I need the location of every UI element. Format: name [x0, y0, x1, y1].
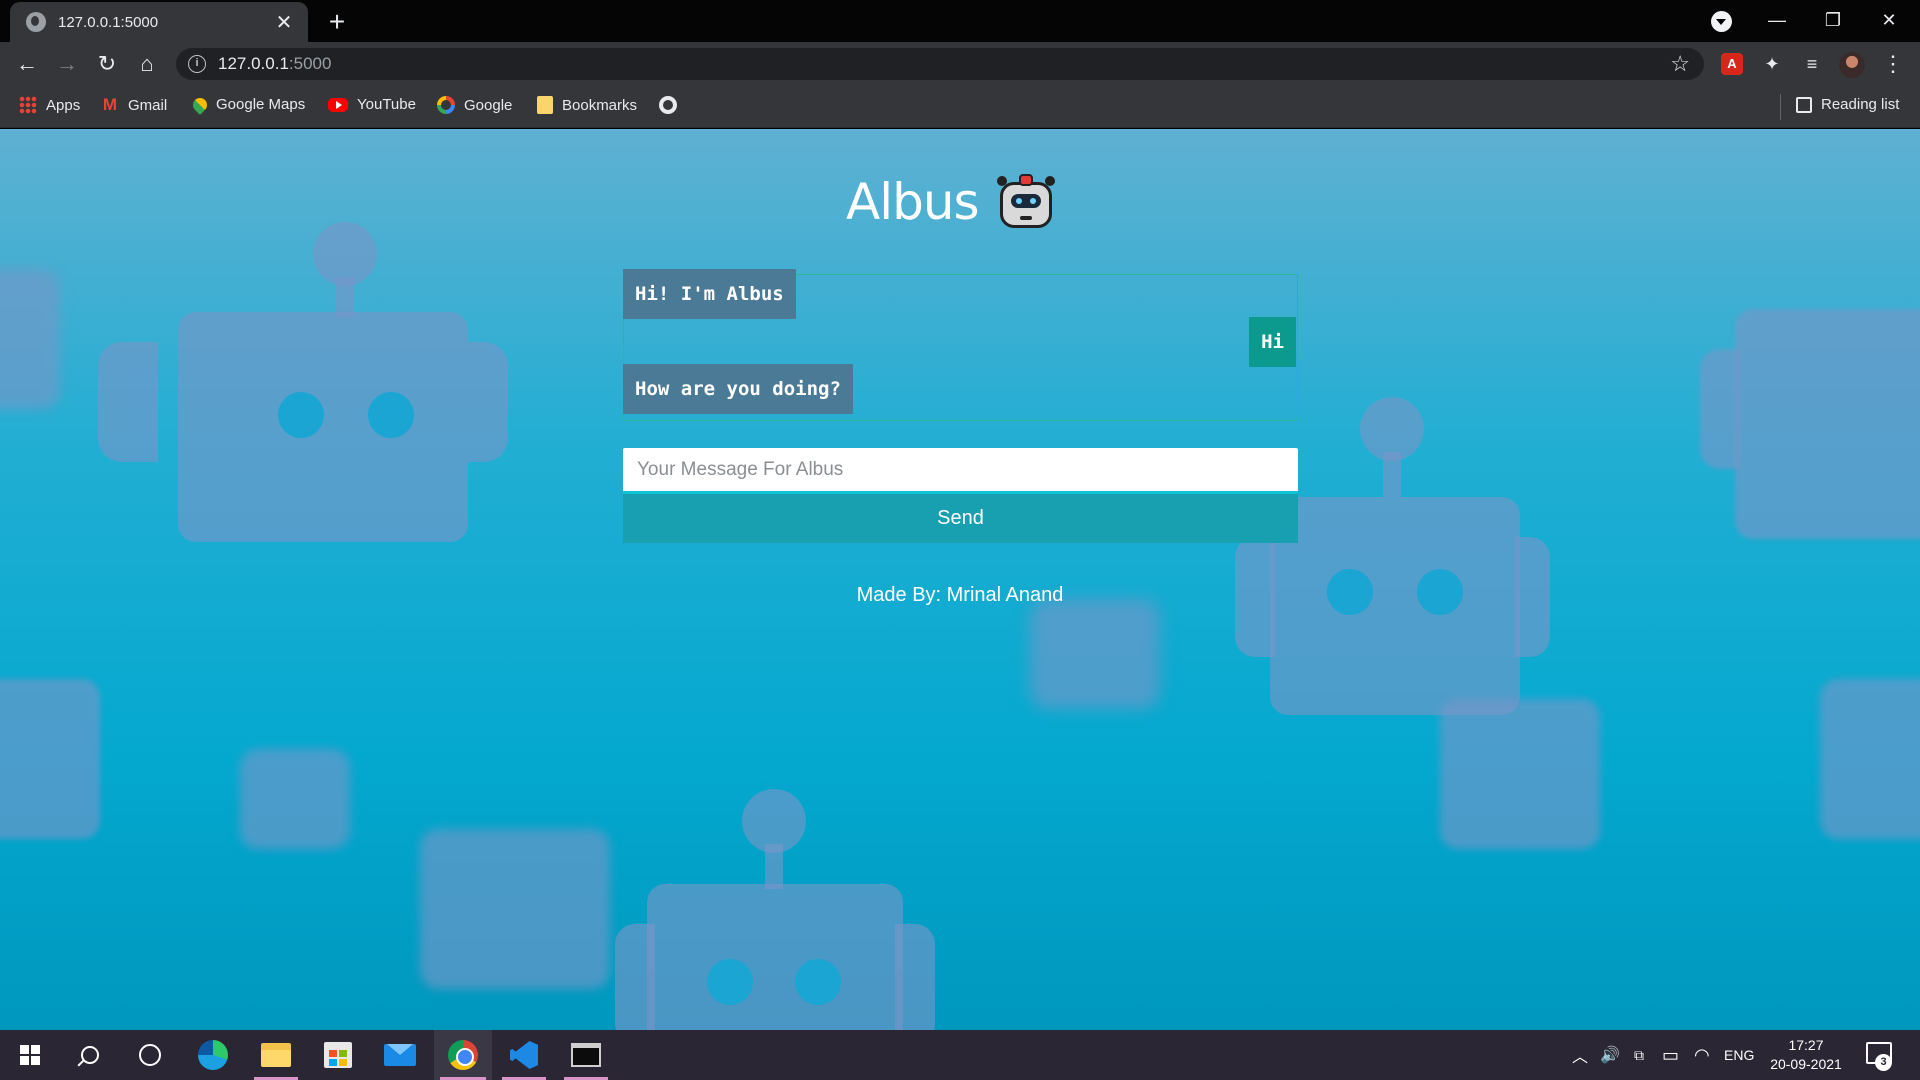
bookmark-folder[interactable]: Bookmarks [537, 96, 637, 114]
tab-strip: 127.0.0.1:5000 ✕ + — ❐ ✕ [0, 0, 1920, 42]
notification-count-badge: 3 [1875, 1054, 1892, 1071]
tab-search-icon[interactable] [1711, 11, 1732, 32]
language-indicator[interactable]: ENG [1724, 1030, 1754, 1080]
store-icon [324, 1042, 352, 1068]
back-icon[interactable]: ← [13, 50, 41, 78]
bookmark-apps[interactable]: Apps [19, 96, 80, 114]
restore-button[interactable]: ❐ [1810, 4, 1856, 36]
background-robot-illustration [1440, 659, 1920, 899]
page-viewport: Albus Hi! I'm Albus Hi How are you doing… [0, 129, 1920, 1030]
author-credit: Made By: Mrinal Anand [856, 584, 1064, 606]
reload-icon[interactable]: ↻ [93, 50, 121, 78]
wifi-icon[interactable]: ◠ [1694, 1030, 1710, 1080]
home-icon[interactable]: ⌂ [133, 50, 161, 78]
chat-window: Hi! I'm Albus Hi How are you doing? [623, 269, 1298, 421]
clock-time: 17:27 [1788, 1037, 1824, 1053]
bot-message: How are you doing? [623, 364, 853, 414]
extensions-icon[interactable]: ✦ [1759, 51, 1785, 77]
terminal-icon [571, 1043, 601, 1067]
url-text: 127.0.0.1:5000 [218, 54, 332, 73]
bookmark-github[interactable] [659, 96, 686, 114]
background-robot-illustration [615, 789, 935, 1030]
media-control-icon[interactable]: ≡ [1799, 51, 1825, 77]
pdf-extension-icon[interactable]: A [1721, 53, 1743, 75]
robot-face-icon [996, 174, 1055, 230]
new-tab-button[interactable]: + [322, 6, 352, 38]
message-input[interactable] [623, 448, 1298, 494]
taskbar-vscode[interactable] [496, 1030, 552, 1080]
reading-list-icon [1796, 96, 1812, 113]
bookmark-youtube[interactable]: YouTube [328, 96, 416, 113]
maps-icon [190, 94, 210, 115]
taskbar-mail[interactable] [372, 1030, 428, 1080]
globe-icon [26, 12, 46, 32]
vscode-icon [510, 1041, 538, 1069]
reading-list-button[interactable]: Reading list [1796, 96, 1899, 113]
chrome-icon [448, 1040, 478, 1070]
cortana-icon [139, 1044, 161, 1066]
cortana-button[interactable] [122, 1030, 178, 1080]
folder-icon [537, 96, 553, 114]
browser-tab[interactable]: 127.0.0.1:5000 ✕ [10, 2, 308, 42]
apps-icon [19, 96, 37, 114]
address-bar[interactable]: i 127.0.0.1:5000 ☆ [176, 48, 1704, 80]
search-icon [81, 1046, 99, 1064]
minimize-button[interactable]: — [1754, 4, 1800, 36]
google-icon [437, 96, 455, 114]
taskbar-clock[interactable]: 17:27 20-09-2021 [1764, 1036, 1848, 1074]
close-window-button[interactable]: ✕ [1866, 4, 1912, 36]
clock-date: 20-09-2021 [1770, 1056, 1842, 1072]
menu-icon[interactable]: ⋮ [1879, 50, 1907, 78]
windows-taskbar: ︿ 🔊 ⧉ ▭ ◠ ENG 17:27 20-09-2021 3 [0, 1030, 1920, 1080]
taskbar-terminal[interactable] [558, 1030, 614, 1080]
background-robot-illustration [240, 729, 620, 1009]
tab-close-icon[interactable]: ✕ [272, 10, 296, 35]
send-button[interactable]: Send [623, 494, 1298, 543]
app-header: Albus [846, 167, 1055, 237]
bookmark-google[interactable]: Google [437, 96, 512, 114]
user-message: Hi [1249, 317, 1296, 367]
gmail-icon: M [102, 95, 118, 114]
background-robot-illustration [1030, 599, 1170, 719]
meet-now-icon[interactable]: ⧉ [1634, 1030, 1644, 1080]
edge-icon [198, 1040, 228, 1070]
background-robot-illustration [98, 222, 508, 552]
bookmark-gmail[interactable]: M Gmail [101, 96, 167, 114]
bookmark-star-icon[interactable]: ☆ [1670, 51, 1690, 77]
volume-icon[interactable]: 🔊 [1600, 1030, 1620, 1080]
show-hidden-icons[interactable]: ︿ [1572, 1030, 1588, 1080]
background-robot-illustration [1700, 249, 1920, 579]
github-icon [659, 96, 677, 114]
taskbar-edge[interactable] [185, 1030, 241, 1080]
tab-title: 127.0.0.1:5000 [58, 13, 159, 31]
browser-toolbar: ← → ↻ ⌂ i 127.0.0.1:5000 ☆ A ✦ ≡ ⋮ [0, 42, 1920, 86]
windows-start-icon [20, 1045, 40, 1065]
background-robot-illustration [0, 619, 110, 879]
taskbar-store[interactable] [310, 1030, 366, 1080]
bot-message: Hi! I'm Albus [623, 269, 796, 319]
bookmark-google-maps[interactable]: Google Maps [190, 94, 305, 115]
taskbar-chrome[interactable] [434, 1030, 492, 1080]
profile-avatar[interactable] [1839, 52, 1865, 78]
bookmarks-bar: Apps M Gmail Google Maps YouTube Google B… [0, 86, 1920, 128]
app-title: Albus [846, 173, 980, 231]
forward-icon[interactable]: → [53, 50, 81, 78]
start-button[interactable] [2, 1030, 58, 1080]
taskbar-file-explorer[interactable] [248, 1030, 304, 1080]
background-robot-illustration [0, 269, 60, 409]
youtube-icon [328, 97, 348, 112]
mail-icon [384, 1044, 416, 1066]
taskbar-search-button[interactable] [62, 1030, 118, 1080]
file-explorer-icon [261, 1043, 291, 1067]
site-info-icon[interactable]: i [188, 55, 206, 73]
bookmarks-divider [1780, 94, 1781, 120]
battery-icon[interactable]: ▭ [1662, 1030, 1679, 1080]
